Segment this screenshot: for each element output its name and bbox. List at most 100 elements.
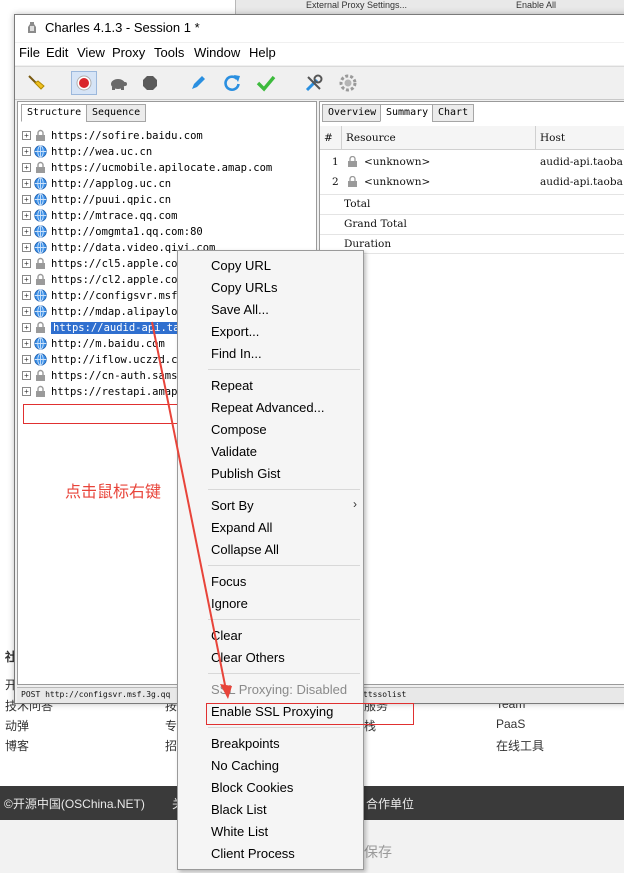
menu-file[interactable]: File <box>19 45 40 60</box>
column-header-number[interactable]: # <box>320 126 342 150</box>
bg-save-text[interactable]: 保存 <box>364 842 392 862</box>
column-header-resource[interactable]: Resource <box>342 126 536 150</box>
bg-link[interactable]: 博客 <box>5 737 29 754</box>
tree-item[interactable]: + https://cl2.apple.co <box>22 272 177 287</box>
expand-icon[interactable]: + <box>22 275 31 284</box>
tree-item[interactable]: + https://cn-auth.sams <box>22 368 177 383</box>
tree-item[interactable]: + https://audid-api.ta <box>22 320 182 335</box>
expand-icon[interactable]: + <box>22 211 31 220</box>
repeat-button[interactable] <box>219 71 245 95</box>
bg-link[interactable]: 专 <box>165 717 177 734</box>
row-host[interactable]: audid-api.taoba <box>540 156 623 168</box>
menu-repeat-advanced[interactable]: Repeat Advanced... <box>211 400 324 415</box>
expand-icon[interactable]: + <box>22 371 31 380</box>
menu-repeat[interactable]: Repeat <box>211 378 253 393</box>
tree-item-label: http://puui.qpic.cn <box>51 193 172 206</box>
expand-icon[interactable]: + <box>22 323 31 332</box>
bg-link[interactable]: 在线工具 <box>496 737 544 754</box>
toolbar <box>15 66 624 100</box>
menu-clear[interactable]: Clear <box>211 628 242 643</box>
expand-icon[interactable]: + <box>22 147 31 156</box>
tree-item[interactable]: + https://cl5.apple.co <box>22 256 177 271</box>
bg-footer-text[interactable]: 合作单位 <box>366 795 414 812</box>
expand-icon[interactable]: + <box>22 387 31 396</box>
column-header-host[interactable]: Host <box>536 126 624 150</box>
menu-validate[interactable]: Validate <box>211 444 257 459</box>
menu-sort-by[interactable]: Sort By <box>211 498 254 513</box>
menu-breakpoints[interactable]: Breakpoints <box>211 736 280 751</box>
bg-link[interactable]: 栈 <box>364 717 376 734</box>
tree-item[interactable]: + http://iflow.uczzd.c <box>22 352 177 367</box>
menu-compose[interactable]: Compose <box>211 422 267 437</box>
tab-structure[interactable]: Structure <box>21 104 88 122</box>
tab-chart[interactable]: Chart <box>432 104 475 122</box>
expand-icon[interactable]: + <box>22 291 31 300</box>
tree-item[interactable]: + http://applog.uc.cn <box>22 176 171 191</box>
menu-proxy[interactable]: Proxy <box>112 45 145 60</box>
tree-item[interactable]: + http://wea.uc.cn <box>22 144 152 159</box>
menu-expand-all[interactable]: Expand All <box>211 520 272 535</box>
tab-summary[interactable]: Summary <box>380 104 435 122</box>
record-button[interactable] <box>71 71 97 95</box>
menu-view[interactable]: View <box>77 45 105 60</box>
menu-find-in[interactable]: Find In... <box>211 346 262 361</box>
tree-item[interactable]: + https://restapi.amap <box>22 384 177 399</box>
menu-copy-url[interactable]: Copy URL <box>211 258 271 273</box>
expand-icon[interactable]: + <box>22 163 31 172</box>
expand-icon[interactable]: + <box>22 195 31 204</box>
bg-link[interactable]: 动弹 <box>5 717 29 734</box>
settings-button[interactable] <box>335 71 361 95</box>
validate-button[interactable] <box>253 71 279 95</box>
tree-item[interactable]: + http://mtrace.qq.com <box>22 208 177 223</box>
throttle-button[interactable] <box>105 71 131 95</box>
menu-clear-others[interactable]: Clear Others <box>211 650 285 665</box>
expand-icon[interactable]: + <box>22 131 31 140</box>
tree-item-label: https://cl2.apple.co <box>51 273 178 286</box>
menu-client-process[interactable]: Client Process <box>211 846 295 861</box>
breakpoints-button[interactable] <box>137 71 163 95</box>
menu-enable-ssl-proxying[interactable]: Enable SSL Proxying <box>211 704 333 719</box>
menu-publish-gist[interactable]: Publish Gist <box>211 466 280 481</box>
menu-no-caching[interactable]: No Caching <box>211 758 279 773</box>
detail-pane: Overview Summary Chart # Resource Host 1… <box>319 101 624 685</box>
tree-item-label: https://audid-api.ta <box>51 321 182 334</box>
menu-save-all[interactable]: Save All... <box>211 302 269 317</box>
clear-session-button[interactable] <box>23 71 49 95</box>
menu-ignore[interactable]: Ignore <box>211 596 248 611</box>
menu-tools[interactable]: Tools <box>154 45 184 60</box>
row-host[interactable]: audid-api.taoba <box>540 176 623 188</box>
menu-collapse-all[interactable]: Collapse All <box>211 542 279 557</box>
expand-icon[interactable]: + <box>22 179 31 188</box>
tree-item[interactable]: + http://omgmta1.qq.com:80 <box>22 224 203 239</box>
menu-copy-urls[interactable]: Copy URLs <box>211 280 277 295</box>
title-bar[interactable]: Charles 4.1.3 - Session 1 * <box>15 15 624 42</box>
tab-overview[interactable]: Overview <box>322 104 383 122</box>
menu-edit[interactable]: Edit <box>46 45 68 60</box>
menu-focus[interactable]: Focus <box>211 574 246 589</box>
expand-icon[interactable]: + <box>22 243 31 252</box>
tree-item[interactable]: + http://m.baidu.com <box>22 336 165 351</box>
tree-item[interactable]: + http://mdap.alipaylo <box>22 304 177 319</box>
menu-black-list[interactable]: Black List <box>211 802 267 817</box>
menu-window[interactable]: Window <box>194 45 240 60</box>
expand-icon[interactable]: + <box>22 307 31 316</box>
compose-button[interactable] <box>185 71 211 95</box>
tab-sequence[interactable]: Sequence <box>86 104 147 122</box>
tree-item[interactable]: + http://configsvr.msf <box>22 288 177 303</box>
tree-item[interactable]: + https://sofire.baidu.com <box>22 128 203 143</box>
row-resource[interactable]: <unknown> <box>364 176 430 188</box>
bg-link[interactable]: PaaS <box>496 717 525 731</box>
expand-icon[interactable]: + <box>22 227 31 236</box>
menu-help[interactable]: Help <box>249 45 276 60</box>
bg-link[interactable]: 招 <box>165 737 177 754</box>
tree-item[interactable]: + https://ucmobile.apilocate.amap.com <box>22 160 272 175</box>
tree-item[interactable]: + http://puui.qpic.cn <box>22 192 171 207</box>
menu-export[interactable]: Export... <box>211 324 259 339</box>
row-resource[interactable]: <unknown> <box>364 156 430 168</box>
expand-icon[interactable]: + <box>22 355 31 364</box>
menu-white-list[interactable]: White List <box>211 824 268 839</box>
menu-block-cookies[interactable]: Block Cookies <box>211 780 293 795</box>
expand-icon[interactable]: + <box>22 339 31 348</box>
expand-icon[interactable]: + <box>22 259 31 268</box>
tools-button[interactable] <box>301 71 327 95</box>
